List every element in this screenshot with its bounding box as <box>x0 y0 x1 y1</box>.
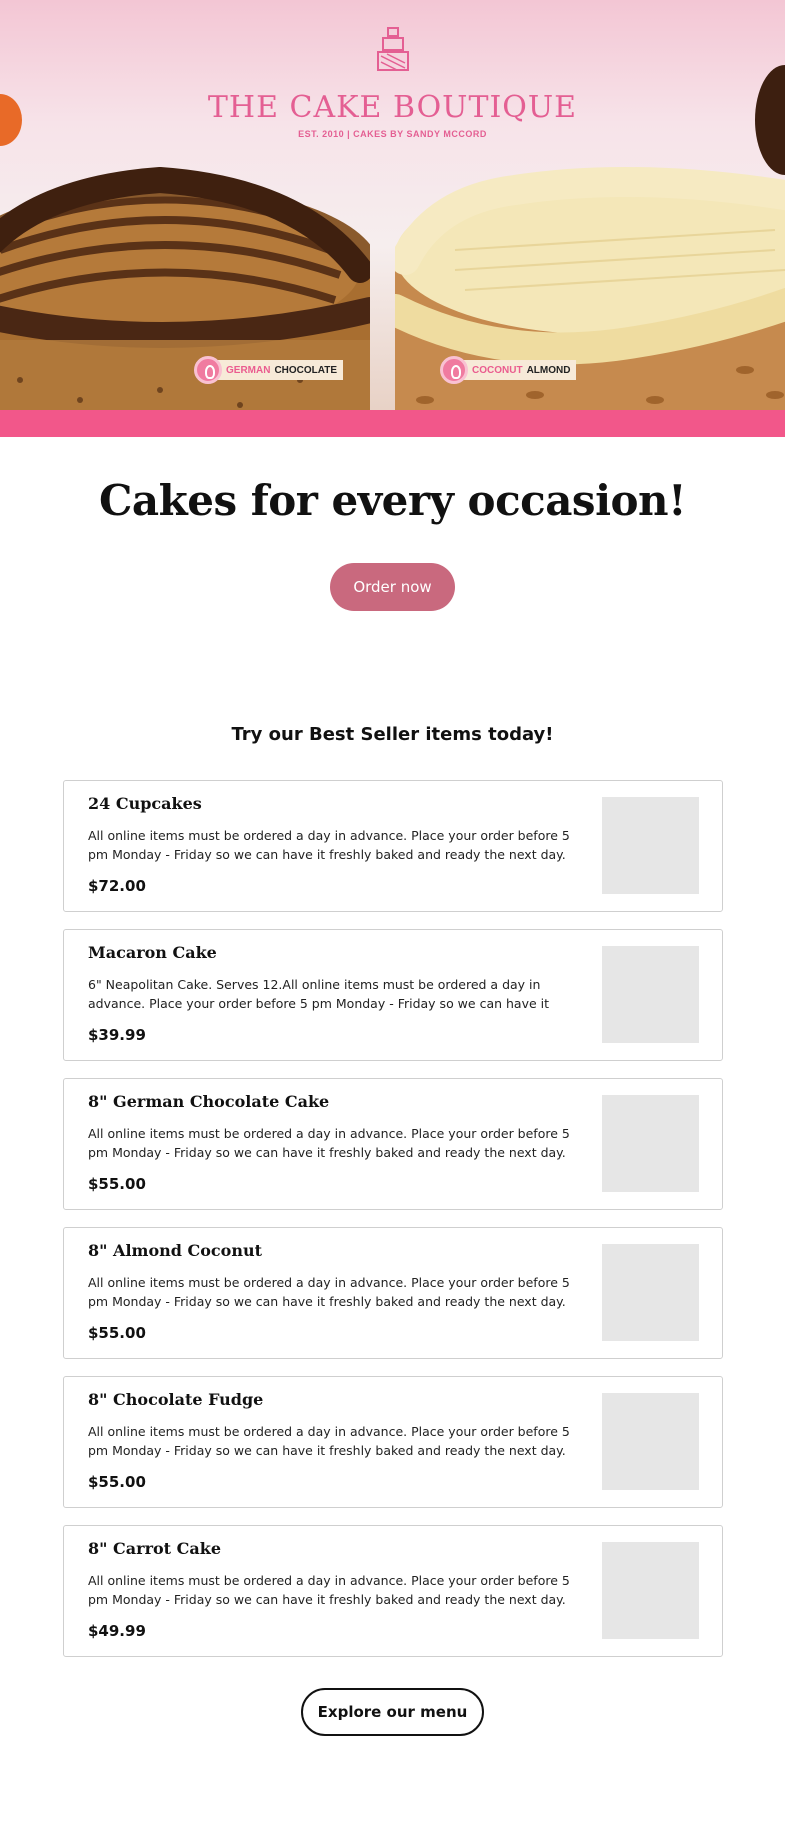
product-card[interactable]: 8" Almond Coconut All online items must … <box>63 1227 723 1359</box>
product-card[interactable]: Macaron Cake 6" Neapolitan Cake. Serves … <box>63 929 723 1061</box>
cake-tier-icon <box>376 27 409 71</box>
cake-badge-icon <box>194 356 222 384</box>
german-chocolate-tag: GERMAN CHOCOLATE <box>194 356 344 384</box>
product-name[interactable]: Macaron Cake <box>88 943 217 962</box>
product-price: $49.99 <box>88 1622 146 1640</box>
product-card[interactable]: 8" Chocolate Fudge All online items must… <box>63 1376 723 1508</box>
product-price: $72.00 <box>88 877 146 895</box>
product-description: 6" Neapolitan Cake. Serves 12.All online… <box>88 977 550 1011</box>
best-seller-heading: Try our Best Seller items today! <box>231 724 554 745</box>
product-image-placeholder[interactable] <box>602 1095 699 1192</box>
hero-divider-bar <box>0 410 785 437</box>
product-description: All online items must be ordered a day i… <box>88 1424 570 1458</box>
product-description: All online items must be ordered a day i… <box>88 1275 570 1309</box>
brand-logo[interactable] <box>0 26 785 74</box>
product-image-placeholder[interactable] <box>602 797 699 894</box>
product-name[interactable]: 8" Chocolate Fudge <box>88 1390 263 1409</box>
page-headline: Cakes for every occasion! <box>98 476 687 525</box>
tag-label: ALMOND <box>526 364 571 376</box>
product-description: All online items must be ordered a day i… <box>88 1126 570 1160</box>
product-name[interactable]: 24 Cupcakes <box>88 794 202 813</box>
best-seller-list: 24 Cupcakes All online items must be ord… <box>63 780 723 1674</box>
brand-tagline: EST. 2010 | CAKES BY SANDY MCCORD <box>298 129 487 139</box>
product-card[interactable]: 8" German Chocolate Cake All online item… <box>63 1078 723 1210</box>
product-image-placeholder[interactable] <box>602 1393 699 1490</box>
explore-menu-button[interactable]: Explore our menu <box>301 1688 484 1736</box>
product-name[interactable]: 8" Carrot Cake <box>88 1539 221 1558</box>
product-card[interactable]: 24 Cupcakes All online items must be ord… <box>63 780 723 912</box>
tag-label: CHOCOLATE <box>274 364 338 376</box>
cake-badge-icon <box>440 356 468 384</box>
coconut-almond-tag: COCONUT ALMOND <box>440 356 577 384</box>
tag-accent: COCONUT <box>472 364 523 376</box>
product-image-placeholder[interactable] <box>602 1244 699 1341</box>
product-name[interactable]: 8" German Chocolate Cake <box>88 1092 329 1111</box>
product-description: All online items must be ordered a day i… <box>88 1573 570 1607</box>
brand-name: THE CAKE BOUTIQUE <box>207 90 578 125</box>
order-now-button[interactable]: Order now <box>330 563 455 611</box>
product-image-placeholder[interactable] <box>602 946 699 1043</box>
product-price: $55.00 <box>88 1473 146 1491</box>
hero-banner: THE CAKE BOUTIQUE EST. 2010 | CAKES BY S… <box>0 0 785 410</box>
tag-accent: GERMAN <box>226 364 271 376</box>
product-price: $55.00 <box>88 1175 146 1193</box>
product-description: All online items must be ordered a day i… <box>88 828 570 862</box>
product-image-placeholder[interactable] <box>602 1542 699 1639</box>
product-card[interactable]: 8" Carrot Cake All online items must be … <box>63 1525 723 1657</box>
product-price: $39.99 <box>88 1026 146 1044</box>
product-name[interactable]: 8" Almond Coconut <box>88 1241 262 1260</box>
product-price: $55.00 <box>88 1324 146 1342</box>
